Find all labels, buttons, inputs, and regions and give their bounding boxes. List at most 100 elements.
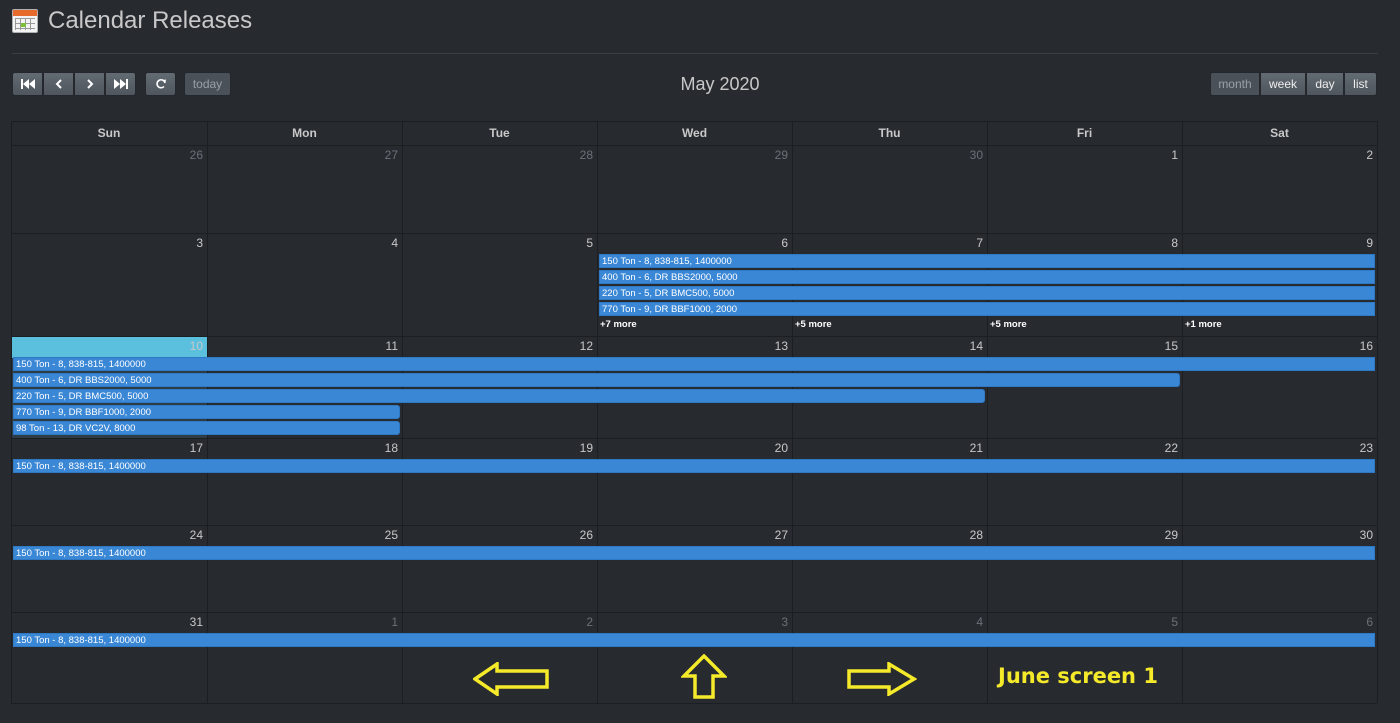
day-number[interactable]: 9 xyxy=(1333,236,1373,250)
header-divider xyxy=(12,53,1378,54)
grid-line xyxy=(402,121,403,703)
day-number[interactable]: 18 xyxy=(358,441,398,455)
calendar-event[interactable]: 150 Ton - 8, 838-815, 1400000 xyxy=(599,254,1375,268)
day-number[interactable]: 3 xyxy=(163,236,203,250)
grid-line xyxy=(11,233,1377,234)
day-header-thu: Thu xyxy=(878,126,901,140)
more-events-link[interactable]: +5 more xyxy=(795,319,832,330)
page-header: Calendar Releases xyxy=(12,4,252,38)
grid-line xyxy=(11,525,1377,526)
up-arrow-icon xyxy=(681,654,727,699)
day-number[interactable]: 24 xyxy=(163,528,203,542)
last-button[interactable] xyxy=(105,72,136,96)
page-title: Calendar Releases xyxy=(48,7,253,34)
skip-back-icon xyxy=(20,79,35,89)
calendar-event[interactable]: 150 Ton - 8, 838-815, 1400000 xyxy=(13,546,1375,560)
grid-line xyxy=(11,145,1377,146)
day-number[interactable]: 22 xyxy=(1138,441,1178,455)
annotation-text: June screen 1 xyxy=(998,664,1158,688)
grid-line xyxy=(11,121,12,703)
calendar-event[interactable]: 150 Ton - 8, 838-815, 1400000 xyxy=(13,357,1375,371)
day-number[interactable]: 17 xyxy=(163,441,203,455)
day-number[interactable]: 21 xyxy=(943,441,983,455)
view-list-button[interactable]: list xyxy=(1344,72,1377,96)
calendar-event[interactable]: 400 Ton - 6, DR BBS2000, 5000 xyxy=(13,373,1180,387)
today-button[interactable]: today xyxy=(184,72,231,96)
day-number[interactable]: 14 xyxy=(943,339,983,353)
calendar-event[interactable]: 98 Ton - 13, DR VC2V, 8000 xyxy=(13,421,400,435)
day-number[interactable]: 16 xyxy=(1333,339,1373,353)
day-header-tue: Tue xyxy=(489,126,510,140)
month-calendar-grid: Sun Mon Tue Wed Thu Fri Sat 26 27 28 29 30 1 2 3 4 5 6 7 8 9… xyxy=(11,121,1378,704)
view-month-button[interactable]: month xyxy=(1210,72,1260,96)
day-number[interactable]: 6 xyxy=(748,236,788,250)
day-number[interactable]: 30 xyxy=(943,148,983,162)
day-number[interactable]: 15 xyxy=(1138,339,1178,353)
prev-button[interactable] xyxy=(43,72,74,96)
grid-line xyxy=(11,612,1377,613)
day-number[interactable]: 23 xyxy=(1333,441,1373,455)
grid-line xyxy=(1377,121,1378,703)
day-header-mon: Mon xyxy=(292,126,317,140)
day-number[interactable]: 26 xyxy=(163,148,203,162)
day-number[interactable]: 29 xyxy=(1138,528,1178,542)
day-number[interactable]: 8 xyxy=(1138,236,1178,250)
calendar-event[interactable]: 220 Ton - 5, DR BMC500, 5000 xyxy=(599,286,1375,300)
left-arrow-icon xyxy=(473,662,549,696)
day-number[interactable]: 19 xyxy=(553,441,593,455)
day-header-fri: Fri xyxy=(1076,126,1093,140)
view-week-button[interactable]: week xyxy=(1260,72,1306,96)
day-number[interactable]: 29 xyxy=(748,148,788,162)
right-arrow-icon xyxy=(847,662,917,696)
day-header-sat: Sat xyxy=(1270,126,1289,140)
day-number[interactable]: 7 xyxy=(943,236,983,250)
day-number[interactable]: 1 xyxy=(358,615,398,629)
day-number[interactable]: 4 xyxy=(943,615,983,629)
day-number[interactable]: 27 xyxy=(358,148,398,162)
grid-line xyxy=(11,121,1377,122)
calendar-event[interactable]: 770 Ton - 9, DR BBF1000, 2000 xyxy=(599,302,1375,316)
more-events-link[interactable]: +5 more xyxy=(990,319,1027,330)
day-header-wed: Wed xyxy=(681,126,708,140)
calendar-event[interactable]: 220 Ton - 5, DR BMC500, 5000 xyxy=(13,389,985,403)
day-number[interactable]: 13 xyxy=(748,339,788,353)
first-button[interactable] xyxy=(12,72,43,96)
calendar-icon xyxy=(12,9,38,33)
day-number[interactable]: 5 xyxy=(553,236,593,250)
view-day-button[interactable]: day xyxy=(1306,72,1344,96)
more-events-link[interactable]: +1 more xyxy=(1185,319,1222,330)
day-number[interactable]: 5 xyxy=(1138,615,1178,629)
calendar-event[interactable]: 150 Ton - 8, 838-815, 1400000 xyxy=(13,633,1375,647)
day-number[interactable]: 12 xyxy=(553,339,593,353)
day-number[interactable]: 2 xyxy=(553,615,593,629)
refresh-icon xyxy=(155,79,166,89)
refresh-button[interactable] xyxy=(145,72,176,96)
day-number[interactable]: 2 xyxy=(1333,148,1373,162)
day-number[interactable]: 30 xyxy=(1333,528,1373,542)
day-number[interactable]: 28 xyxy=(943,528,983,542)
chevron-right-icon xyxy=(86,79,93,89)
day-number[interactable]: 25 xyxy=(358,528,398,542)
more-events-link[interactable]: +7 more xyxy=(600,319,637,330)
day-number[interactable]: 20 xyxy=(748,441,788,455)
day-number[interactable]: 27 xyxy=(748,528,788,542)
skip-forward-icon xyxy=(113,79,128,89)
day-number[interactable]: 10 xyxy=(163,339,203,353)
day-number[interactable]: 1 xyxy=(1138,148,1178,162)
day-number[interactable]: 11 xyxy=(358,339,398,353)
grid-line xyxy=(597,121,598,703)
grid-line xyxy=(1182,121,1183,703)
day-number[interactable]: 28 xyxy=(553,148,593,162)
calendar-event[interactable]: 150 Ton - 8, 838-815, 1400000 xyxy=(13,459,1375,473)
day-number[interactable]: 6 xyxy=(1333,615,1373,629)
day-number[interactable]: 4 xyxy=(358,236,398,250)
calendar-event[interactable]: 400 Ton - 6, DR BBS2000, 5000 xyxy=(599,270,1375,284)
calendar-event[interactable]: 770 Ton - 9, DR BBF1000, 2000 xyxy=(13,405,400,419)
day-number[interactable]: 31 xyxy=(163,615,203,629)
day-number[interactable]: 3 xyxy=(748,615,788,629)
next-button[interactable] xyxy=(74,72,105,96)
grid-line xyxy=(792,121,793,703)
month-title: May 2020 xyxy=(680,74,760,94)
day-number[interactable]: 26 xyxy=(553,528,593,542)
grid-line xyxy=(11,703,1377,704)
